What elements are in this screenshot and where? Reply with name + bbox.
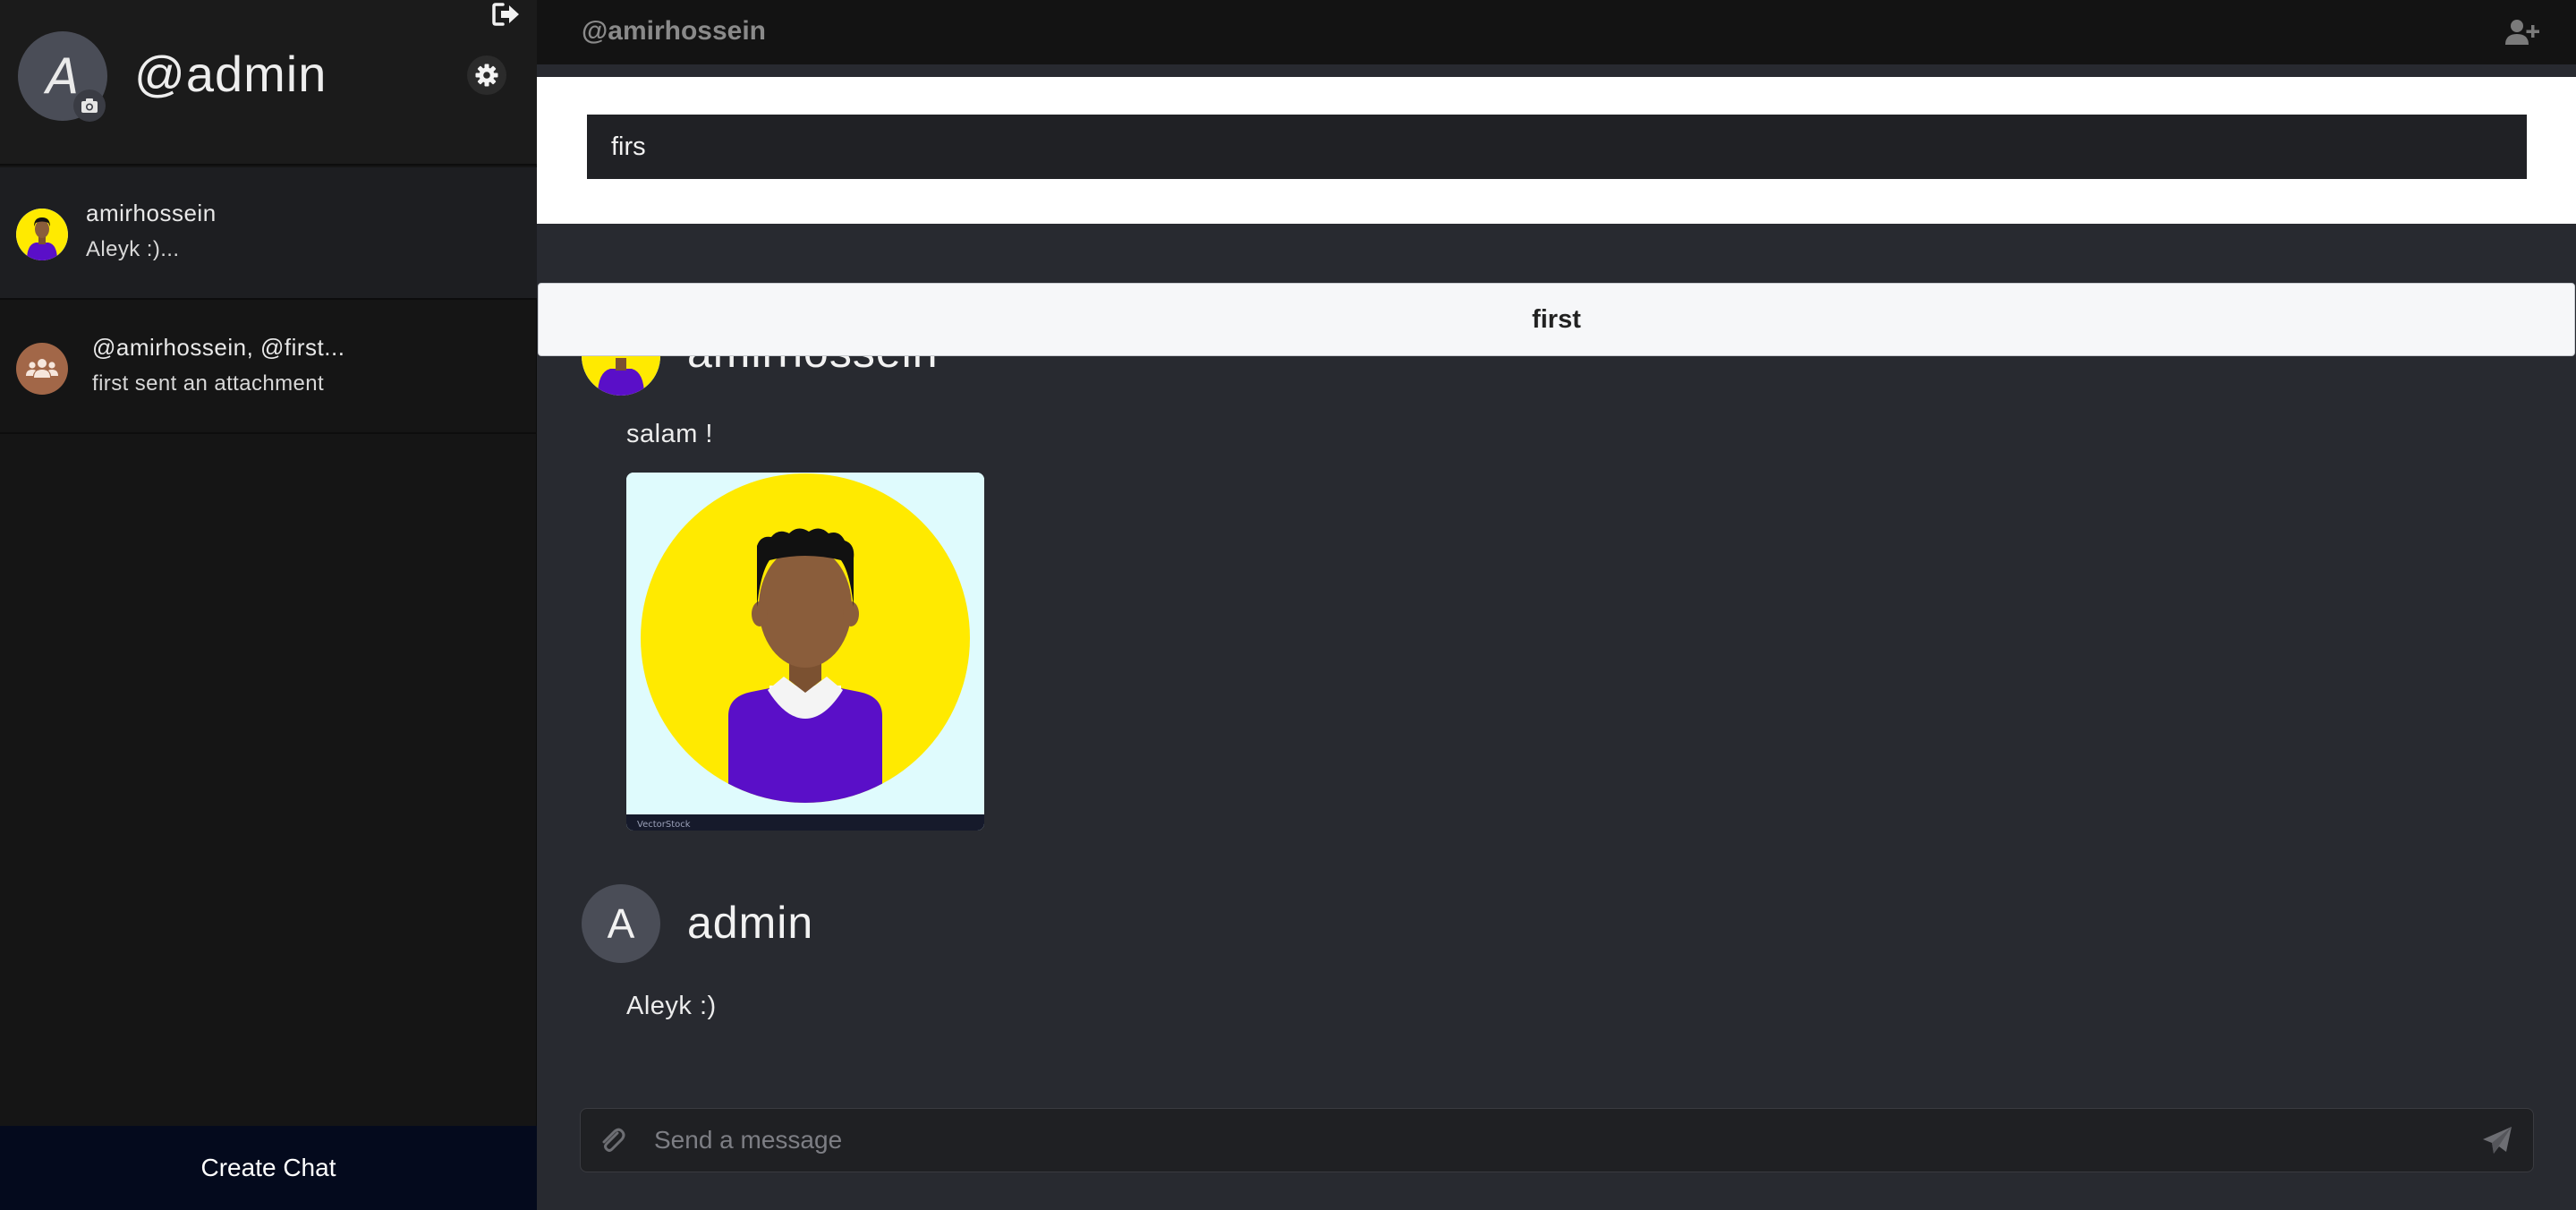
chat-preview: Aleyk :)...: [86, 237, 180, 261]
message-author: admin: [687, 898, 814, 948]
message-text: salam !: [626, 420, 713, 448]
paper-plane-icon[interactable]: [2481, 1125, 2513, 1157]
sign-out-icon[interactable]: [492, 2, 521, 27]
create-chat-button[interactable]: Create Chat: [0, 1126, 537, 1210]
chat-list-item[interactable]: @amirhossein, @first... first sent an at…: [0, 302, 537, 434]
image-attachment[interactable]: VectorStock: [626, 473, 984, 831]
profile-username: @admin: [134, 46, 327, 102]
gear-icon[interactable]: [467, 55, 506, 95]
sidebar: A @admin amirhossein Aleyk:)... @amirho…: [0, 0, 537, 1210]
chat-avatar: [16, 209, 68, 260]
user-search-input[interactable]: [587, 115, 2527, 179]
chat-header-title: @amirhossein: [582, 16, 766, 46]
message-composer: [580, 1108, 2534, 1172]
chat-title: @amirhossein, @first...: [92, 334, 345, 361]
user-plus-icon[interactable]: [2504, 18, 2540, 47]
search-panel: [537, 77, 2576, 224]
chat-title: amirhossein: [86, 200, 217, 226]
paperclip-icon[interactable]: [597, 1125, 629, 1157]
message-avatar: A: [582, 884, 660, 963]
camera-icon[interactable]: [73, 89, 106, 122]
profile-header: A @admin: [0, 0, 537, 166]
message-input[interactable]: [652, 1109, 2424, 1172]
chat-preview: first sent an attachment: [92, 371, 325, 396]
users-icon: [16, 343, 68, 395]
chat-list-item[interactable]: amirhossein Aleyk :)...: [0, 167, 537, 300]
user-suggestion-item[interactable]: first: [538, 283, 2575, 356]
chat-header: @amirhossein: [537, 0, 2576, 64]
message-text: Aleyk :): [626, 992, 717, 1020]
svg-text:VectorStock: VectorStock: [637, 820, 691, 830]
